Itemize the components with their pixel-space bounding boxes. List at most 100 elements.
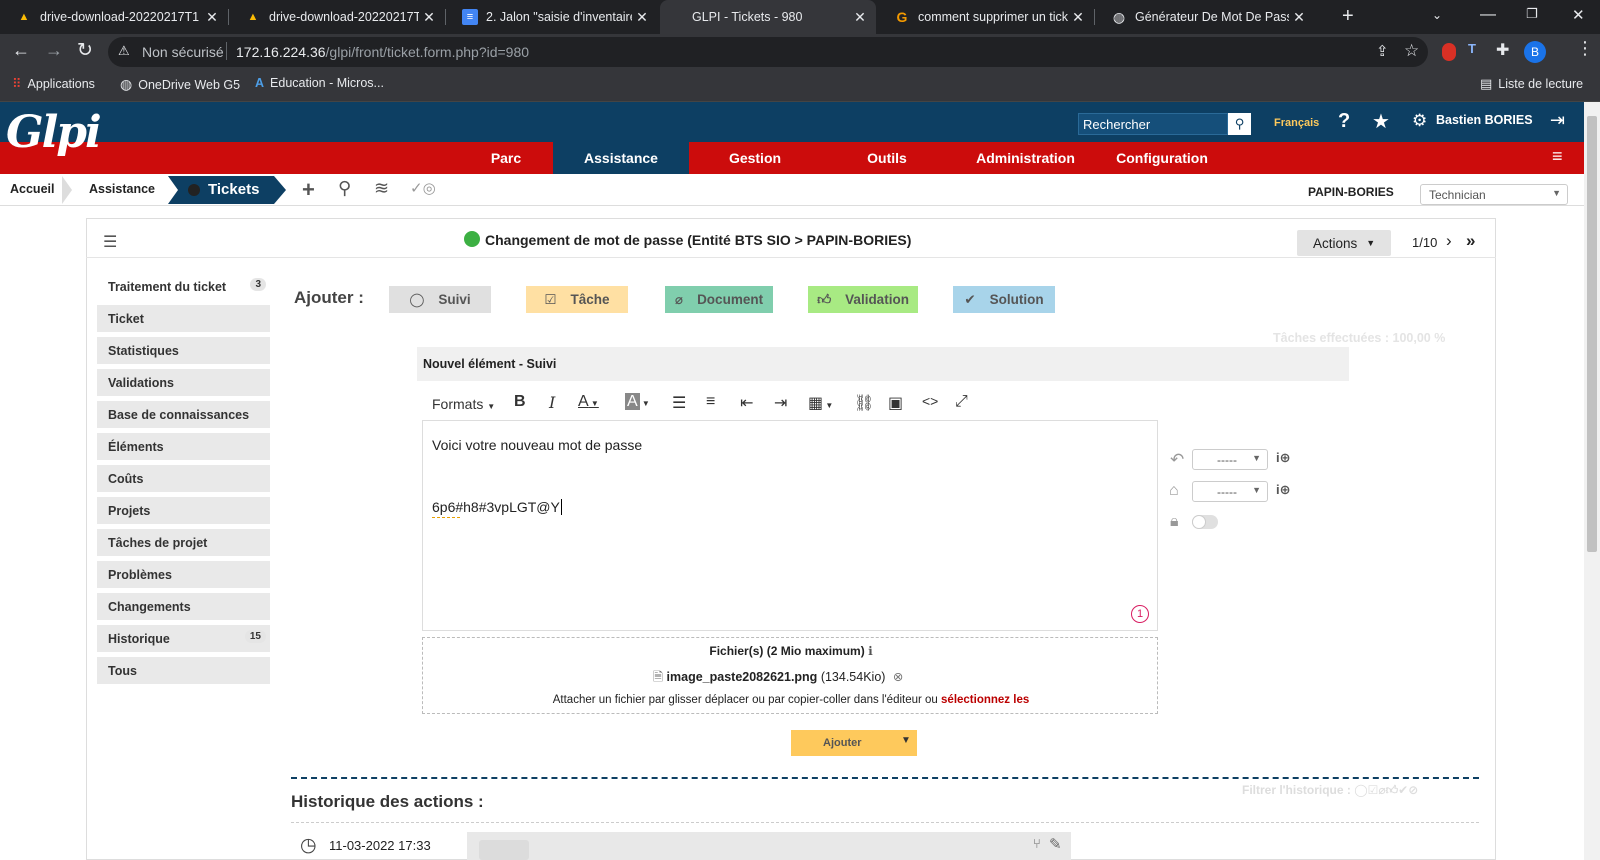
- search-icon[interactable]: ⚲: [1228, 113, 1251, 135]
- logout-icon[interactable]: ⇥: [1550, 110, 1565, 131]
- add-validation-button[interactable]: 👍︎ Validation: [808, 286, 918, 313]
- outdent-icon[interactable]: ⇤: [740, 393, 753, 413]
- sidebar-item-validations[interactable]: Validations: [97, 369, 270, 396]
- browser-tab[interactable]: ◍ Générateur De Mot De Passe ✕: [1095, 0, 1315, 34]
- user-name[interactable]: Bastien BORIES: [1436, 113, 1533, 127]
- add-icon[interactable]: +: [302, 177, 315, 203]
- file-dropzone[interactable]: Fichier(s) (2 Mio maximum) ℹ 🗎︎ image_pa…: [422, 637, 1158, 714]
- gear-icon[interactable]: ⚙: [1412, 111, 1427, 131]
- close-tab-icon[interactable]: ✕: [1289, 9, 1309, 26]
- reload-icon[interactable]: ↻: [77, 39, 93, 62]
- minimize-icon[interactable]: —: [1480, 6, 1496, 24]
- sidebar-item-elements[interactable]: Éléments: [97, 433, 270, 460]
- url-text[interactable]: 172.16.224.36/glpi/front/ticket.form.php…: [236, 44, 529, 60]
- menu-outils[interactable]: Outils: [821, 142, 953, 174]
- add-suivi-button[interactable]: ◯ Suivi: [389, 286, 491, 313]
- reading-list[interactable]: ▤ Liste de lecture: [1480, 76, 1583, 92]
- sidebar-item-historique[interactable]: Historique 15: [97, 625, 270, 652]
- indent-icon[interactable]: ⇥: [774, 393, 787, 413]
- extension-icon[interactable]: T: [1468, 41, 1476, 56]
- browser-tab[interactable]: ▲ drive-download-20220217T1 ✕: [229, 0, 445, 34]
- info-add-icon[interactable]: i⊕: [1276, 482, 1291, 498]
- hamburger-icon[interactable]: ≡: [1552, 146, 1563, 167]
- numbered-list-icon[interactable]: ≡: [706, 393, 715, 411]
- sidebar-item-tous[interactable]: Tous: [97, 657, 270, 684]
- help-icon[interactable]: ?: [1338, 110, 1350, 133]
- select-files-link[interactable]: sélectionnez les: [941, 694, 1029, 706]
- last-icon[interactable]: »: [1466, 231, 1475, 251]
- close-tab-icon[interactable]: ✕: [1068, 9, 1088, 26]
- info-add-icon[interactable]: i⊕: [1276, 450, 1291, 466]
- source-select[interactable]: ----- ▼: [1192, 449, 1268, 470]
- language-link[interactable]: Français: [1274, 117, 1319, 129]
- text-color-icon[interactable]: A ▼: [578, 393, 599, 411]
- close-tab-icon[interactable]: ✕: [202, 9, 222, 26]
- security-label[interactable]: Non sécurisé: [142, 44, 224, 60]
- glpi-logo[interactable]: Glpi: [6, 108, 102, 158]
- star-icon[interactable]: ★: [1372, 109, 1390, 134]
- sidebar-item-taches-projet[interactable]: Tâches de projet: [97, 529, 270, 556]
- actions-button[interactable]: Actions ▼: [1297, 230, 1391, 256]
- private-toggle[interactable]: [1192, 515, 1218, 529]
- warning-icon[interactable]: ⚠: [118, 43, 130, 59]
- sidebar-item-ticket[interactable]: Ticket: [97, 305, 270, 332]
- template-select[interactable]: ----- ▼: [1192, 481, 1268, 502]
- breadcrumb-tickets[interactable]: Tickets: [208, 181, 259, 198]
- bookmark-education[interactable]: A Education - Micros...: [255, 76, 384, 90]
- add-tache-button[interactable]: ☑ Tâche: [526, 286, 628, 313]
- extension-icon[interactable]: [1442, 43, 1456, 61]
- next-icon[interactable]: ›: [1446, 231, 1452, 251]
- add-solution-button[interactable]: ✔ Solution: [953, 286, 1055, 313]
- add-document-button[interactable]: ⌀ Document: [665, 286, 773, 313]
- code-icon[interactable]: <>: [922, 393, 938, 409]
- bookmark-onedrive[interactable]: ◍ OneDrive Web G5: [120, 76, 240, 93]
- menu-kebab-icon[interactable]: ⋮: [1576, 38, 1594, 59]
- filter-icons[interactable]: ◯☑⌀👍︎✔⊘: [1354, 783, 1418, 797]
- search-icon[interactable]: ⚲: [338, 178, 351, 199]
- close-tab-icon[interactable]: ✕: [419, 9, 439, 26]
- bookmark-applications[interactable]: ⠿ Applications: [12, 76, 95, 92]
- table-icon[interactable]: ▦ ▼: [808, 393, 833, 413]
- menu-assistance[interactable]: Assistance: [553, 142, 689, 174]
- menu-administration[interactable]: Administration: [953, 142, 1098, 174]
- bullet-list-icon[interactable]: ☰: [672, 393, 686, 413]
- fullscreen-icon[interactable]: ⤢: [955, 393, 968, 411]
- browser-tab[interactable]: G comment supprimer un ticket ✕: [878, 0, 1094, 34]
- bookmark-star-icon[interactable]: ☆: [1404, 41, 1419, 61]
- link-icon[interactable]: ⛓: [854, 393, 874, 413]
- list-icon[interactable]: ☰: [103, 232, 117, 252]
- close-tab-icon[interactable]: ✕: [632, 9, 652, 26]
- close-window-icon[interactable]: ✕: [1572, 6, 1585, 24]
- close-tab-icon[interactable]: ✕: [850, 9, 870, 26]
- share-icon[interactable]: ⇪: [1376, 42, 1389, 60]
- editor-content[interactable]: Voici votre nouveau mot de passe 6p6#h8#…: [422, 420, 1158, 631]
- sidebar-item-problemes[interactable]: Problèmes: [97, 561, 270, 588]
- browser-tab-active[interactable]: GLPI - Tickets - 980 ✕: [660, 0, 876, 34]
- formats-dropdown[interactable]: Formats ▼: [432, 396, 495, 412]
- layers-icon[interactable]: ≋: [374, 178, 389, 199]
- italic-icon[interactable]: I: [549, 393, 555, 412]
- tab-search-icon[interactable]: ⌄: [1432, 8, 1442, 22]
- address-bar[interactable]: ⚠ Non sécurisé 172.16.224.36/glpi/front/…: [108, 37, 1428, 67]
- branch-icon[interactable]: ⑂: [1033, 836, 1041, 851]
- remove-file-icon[interactable]: ⊗: [893, 670, 903, 684]
- sidebar-item-projets[interactable]: Projets: [97, 497, 270, 524]
- menu-parc[interactable]: Parc: [453, 142, 559, 174]
- image-icon[interactable]: ▣: [888, 393, 903, 413]
- sidebar-item-traitement[interactable]: Traitement du ticket 3: [97, 273, 270, 300]
- sidebar-item-statistiques[interactable]: Statistiques: [97, 337, 270, 364]
- extensions-puzzle-icon[interactable]: ✚: [1496, 40, 1509, 60]
- new-tab-icon[interactable]: +: [1342, 5, 1354, 28]
- back-icon[interactable]: ←: [12, 40, 30, 61]
- profile-select[interactable]: Technician ▼: [1420, 184, 1568, 205]
- sidebar-item-changements[interactable]: Changements: [97, 593, 270, 620]
- breadcrumb-accueil[interactable]: Accueil: [10, 182, 54, 196]
- submit-button[interactable]: Ajouter ▼: [791, 730, 917, 756]
- check-icon[interactable]: ✓◎: [410, 179, 436, 197]
- profile-avatar[interactable]: B: [1524, 41, 1546, 63]
- scrollbar-thumb[interactable]: [1587, 116, 1597, 552]
- bold-icon[interactable]: B: [514, 393, 526, 411]
- browser-tab[interactable]: ▲ drive-download-20220217T1 ✕: [0, 0, 228, 34]
- restore-icon[interactable]: ❐: [1526, 6, 1538, 22]
- entity-name[interactable]: PAPIN-BORIES: [1308, 185, 1394, 199]
